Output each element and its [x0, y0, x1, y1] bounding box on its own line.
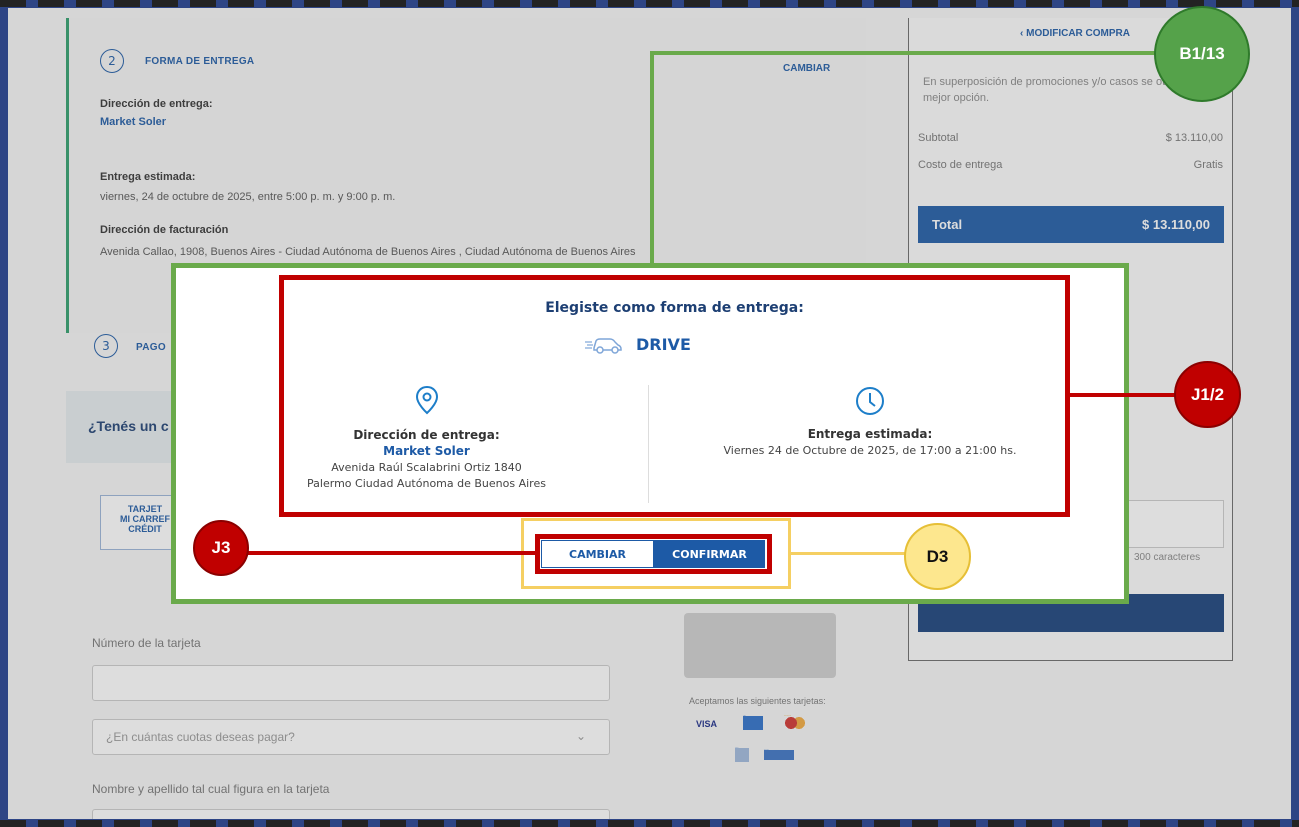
delivery-address-column: Dirección de entrega: Market Soler Aveni…: [285, 385, 568, 492]
column-divider: [648, 385, 649, 503]
annotation-red-line-buttons: [247, 551, 537, 555]
annotation-green-line-v: [650, 51, 654, 267]
modal-estimated-text: Viernes 24 de Octubre de 2025, de 17:00 …: [723, 444, 1017, 457]
estimated-delivery-column: Entrega estimada: Viernes 24 de Octubre …: [690, 385, 1050, 459]
annotation-green-line-h: [650, 51, 1156, 55]
modal-address-line1: Avenida Raúl Scalabrini Ortiz 1840: [331, 461, 522, 474]
annotation-yellow-line: [791, 552, 906, 555]
annotation-badge-green: B1/13: [1154, 6, 1250, 102]
modal-estimated-title: Entrega estimada:: [807, 427, 933, 441]
car-icon: [585, 338, 622, 354]
clock-icon: [856, 387, 884, 415]
annotation-badge-yellow: D3: [904, 523, 971, 590]
location-pin-icon: [415, 385, 438, 415]
annotation-badge-red-modal: J1/2: [1174, 361, 1241, 428]
modal-store-name: Market Soler: [383, 444, 470, 458]
delivery-method-label: DRIVE: [636, 334, 691, 354]
annotation-red-line-modal: [1070, 393, 1176, 397]
modal-address-title: Dirección de entrega:: [353, 428, 500, 442]
annotation-red-box-buttons: [535, 534, 772, 574]
delivery-method-row: DRIVE: [584, 332, 691, 356]
modal-address-line2: Palermo Ciudad Autónoma de Buenos Aires: [307, 477, 546, 490]
annotation-badge-red-buttons: J3: [193, 520, 249, 576]
modal-title: Elegiste como forma de entrega:: [545, 300, 804, 316]
